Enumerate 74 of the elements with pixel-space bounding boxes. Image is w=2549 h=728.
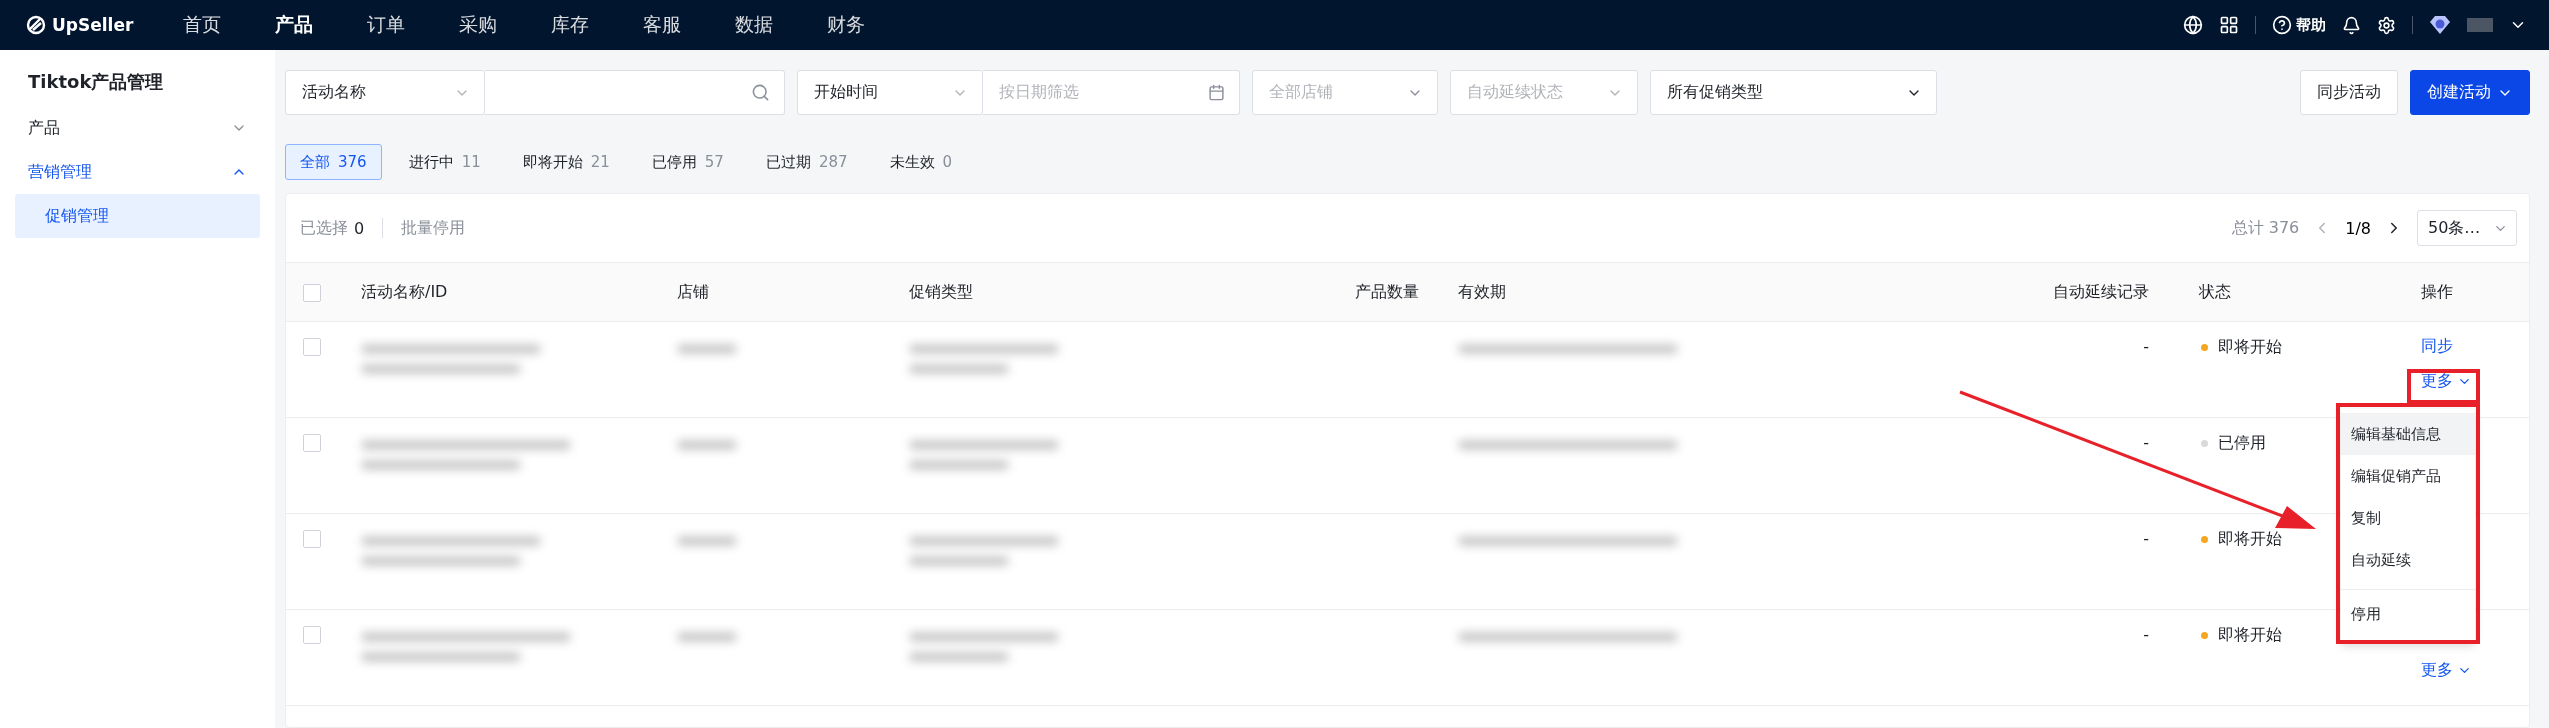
selected-label: 已选择: [300, 217, 348, 239]
name-select[interactable]: 活动名称: [285, 70, 485, 115]
row-checkbox[interactable]: [303, 338, 321, 356]
status-tab[interactable]: 已过期 287: [750, 144, 863, 180]
status-text: 即将开始: [2218, 624, 2282, 646]
column-header: 状态: [2199, 281, 2231, 303]
sync-button[interactable]: 同步活动: [2300, 70, 2398, 115]
time-select[interactable]: 开始时间: [797, 70, 983, 115]
page-size-select[interactable]: 50条…: [2417, 210, 2517, 246]
menu-item[interactable]: 停用: [2341, 589, 2475, 639]
menu-item[interactable]: 复制: [2341, 497, 2475, 539]
globe-icon[interactable]: [2183, 15, 2203, 35]
sync-link[interactable]: 同步: [2421, 336, 2453, 357]
total-count: 总计 376: [2231, 217, 2300, 239]
nav-item[interactable]: 采购: [459, 12, 551, 38]
blurred-text: [677, 536, 737, 546]
page-indicator: 1/8: [2345, 218, 2371, 238]
row-checkbox[interactable]: [303, 530, 321, 548]
help-icon: [2272, 15, 2292, 35]
blurred-text: [677, 440, 737, 450]
more-link[interactable]: 更多: [2421, 371, 2472, 392]
sidebar-group[interactable]: 产品: [15, 106, 260, 150]
status-tab[interactable]: 即将开始 21: [507, 144, 625, 180]
nav-item[interactable]: 库存: [551, 12, 643, 38]
apps-icon[interactable]: [2219, 15, 2239, 35]
status-tab[interactable]: 全部 376: [285, 144, 382, 180]
help-link[interactable]: 帮助: [2272, 15, 2326, 35]
select-all-checkbox[interactable]: [303, 284, 321, 302]
sidebar-group[interactable]: 营销管理: [15, 150, 260, 194]
nav-item[interactable]: 客服: [643, 12, 735, 38]
type-select[interactable]: 所有促销类型: [1650, 70, 1937, 115]
menu-item[interactable]: 编辑促销产品: [2341, 455, 2475, 497]
search-icon: [751, 83, 770, 102]
status-text: 即将开始: [2218, 528, 2282, 550]
blurred-text: [677, 632, 737, 642]
nav-item[interactable]: 数据: [735, 12, 827, 38]
column-header: 店铺: [677, 281, 709, 303]
nav-item[interactable]: 首页: [183, 12, 275, 38]
column-header: 操作: [2421, 281, 2453, 303]
bell-icon[interactable]: [2342, 15, 2361, 35]
calendar-icon: [1208, 84, 1225, 101]
status-text: 已停用: [2218, 432, 2266, 454]
more-link[interactable]: 更多: [2421, 660, 2472, 681]
nav-item[interactable]: 订单: [367, 12, 459, 38]
logo-text: UpSeller: [52, 15, 134, 35]
settings-icon[interactable]: [2377, 15, 2396, 35]
sidebar-item[interactable]: 促销管理: [15, 194, 260, 238]
diamond-icon: [2429, 15, 2451, 35]
row-checkbox[interactable]: [303, 434, 321, 452]
column-header: 自动延续记录: [2053, 281, 2149, 303]
status-tab[interactable]: 未生效 0: [874, 144, 968, 180]
column-header: 产品数量: [1355, 281, 1419, 303]
extension-record: -: [2143, 624, 2149, 646]
nav-item[interactable]: 产品: [275, 12, 367, 38]
extension-record: -: [2143, 432, 2149, 454]
extension-record: -: [2143, 336, 2149, 358]
blurred-text: [677, 344, 737, 354]
search-field[interactable]: [485, 70, 785, 115]
selected-count: 0: [354, 218, 365, 238]
redacted-name: [2467, 18, 2493, 32]
column-header: 促销类型: [909, 281, 973, 303]
column-header: 有效期: [1458, 281, 1506, 303]
nav-item[interactable]: 财务: [827, 12, 919, 38]
status-text: 即将开始: [2218, 336, 2282, 358]
status-tab[interactable]: 进行中 11: [393, 144, 496, 180]
row-checkbox[interactable]: [303, 626, 321, 644]
extension-record: -: [2143, 528, 2149, 550]
logo-icon: [26, 15, 46, 35]
status-tab[interactable]: 已停用 57: [636, 144, 739, 180]
column-header: 活动名称/ID: [361, 281, 448, 303]
create-button[interactable]: 创建活动: [2410, 70, 2530, 115]
menu-item[interactable]: 编辑基础信息: [2341, 413, 2475, 455]
sidebar-title: Tiktok产品管理: [27, 70, 165, 94]
menu-item[interactable]: 自动延续: [2341, 539, 2475, 581]
